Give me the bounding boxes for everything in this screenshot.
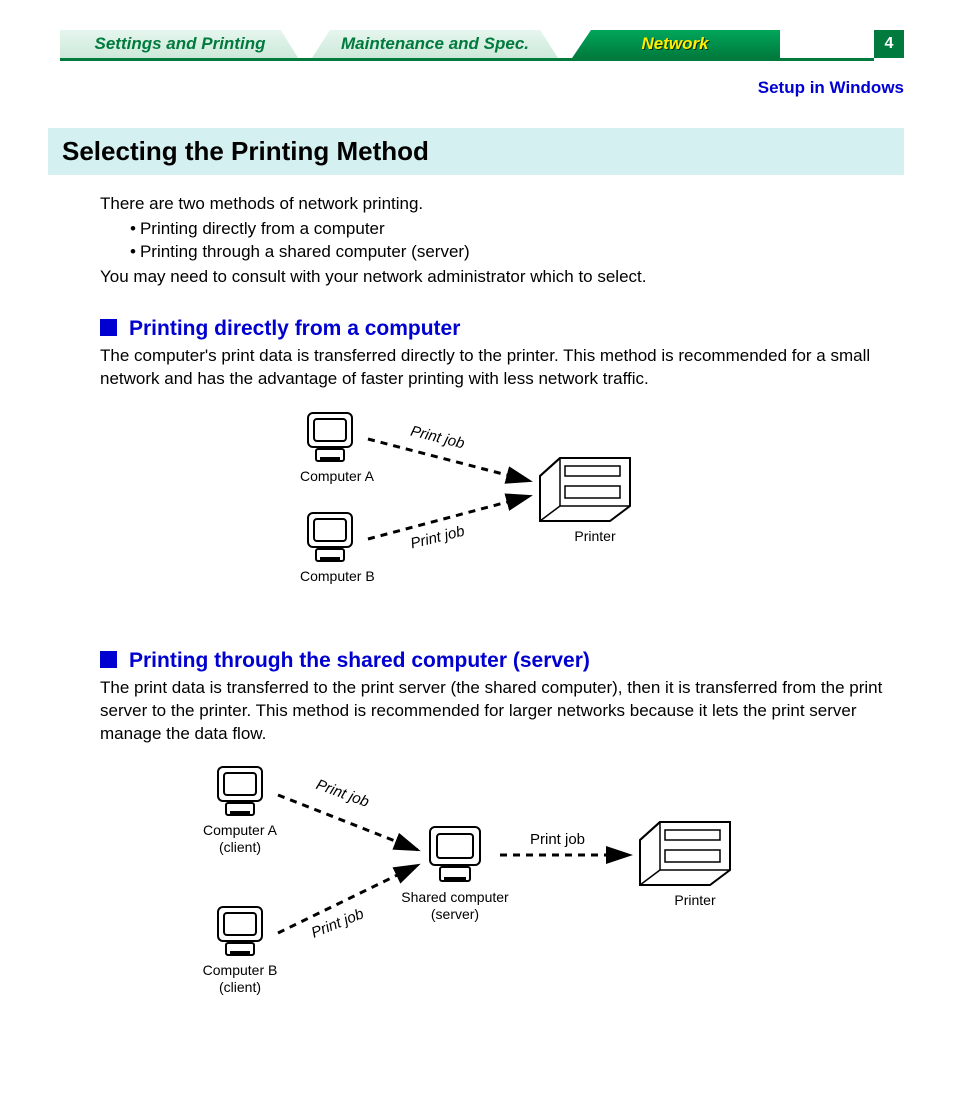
section-heading-direct: Printing directly from a computer bbox=[100, 317, 904, 341]
tab-settings-and-printing[interactable]: Settings and Printing bbox=[60, 30, 300, 61]
square-bullet-icon bbox=[100, 319, 117, 336]
tabs-row: Settings and Printing Maintenance and Sp… bbox=[50, 30, 904, 62]
intro-line: There are two methods of network printin… bbox=[100, 193, 904, 216]
tab-label: Settings and Printing bbox=[95, 34, 266, 53]
diagram-direct: Computer A Computer B Printer bbox=[100, 401, 904, 621]
section-heading-text: Printing directly from a computer bbox=[129, 317, 460, 340]
tab-underline bbox=[60, 58, 874, 61]
bullet-shared: Printing through a shared computer (serv… bbox=[130, 241, 904, 264]
page-number: 4 bbox=[874, 30, 904, 58]
intro-bullets: Printing directly from a computer Printi… bbox=[130, 218, 904, 264]
section1-body: The computer's print data is transferred… bbox=[100, 345, 904, 391]
section-heading-shared: Printing through the shared computer (se… bbox=[100, 649, 904, 673]
diagram-shared: Computer A (client) Computer B (client) … bbox=[100, 755, 904, 1035]
square-bullet-icon bbox=[100, 651, 117, 668]
section2-body: The print data is transferred to the pri… bbox=[100, 677, 904, 746]
print-job-label-server: Print job bbox=[530, 831, 585, 848]
setup-in-windows-link[interactable]: Setup in Windows bbox=[0, 78, 904, 98]
tab-label: Network bbox=[641, 34, 708, 53]
page-title: Selecting the Printing Method bbox=[48, 128, 904, 175]
intro-tail: You may need to consult with your networ… bbox=[100, 266, 904, 289]
tab-network[interactable]: Network bbox=[570, 30, 780, 61]
bullet-direct: Printing directly from a computer bbox=[130, 218, 904, 241]
section-heading-text: Printing through the shared computer (se… bbox=[129, 649, 590, 672]
arrows-direct bbox=[100, 401, 860, 621]
arrows-shared bbox=[100, 755, 860, 1035]
tab-maintenance-and-spec[interactable]: Maintenance and Spec. bbox=[310, 30, 560, 61]
tab-label: Maintenance and Spec. bbox=[341, 34, 529, 53]
page: Settings and Printing Maintenance and Sp… bbox=[0, 0, 954, 1035]
